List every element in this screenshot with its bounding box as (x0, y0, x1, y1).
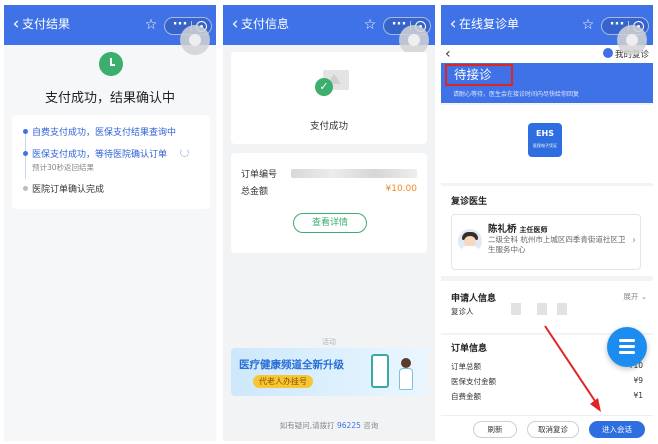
screenshot-stage: ‹ 支付结果 ☆ ··· 支付成功，结果确认中 自费支付成功，医保支付结果查询中… (0, 0, 658, 444)
annotation-arrow-head (590, 398, 601, 412)
annotation-arrow (544, 325, 601, 412)
annotation-arrow-line (544, 325, 598, 405)
